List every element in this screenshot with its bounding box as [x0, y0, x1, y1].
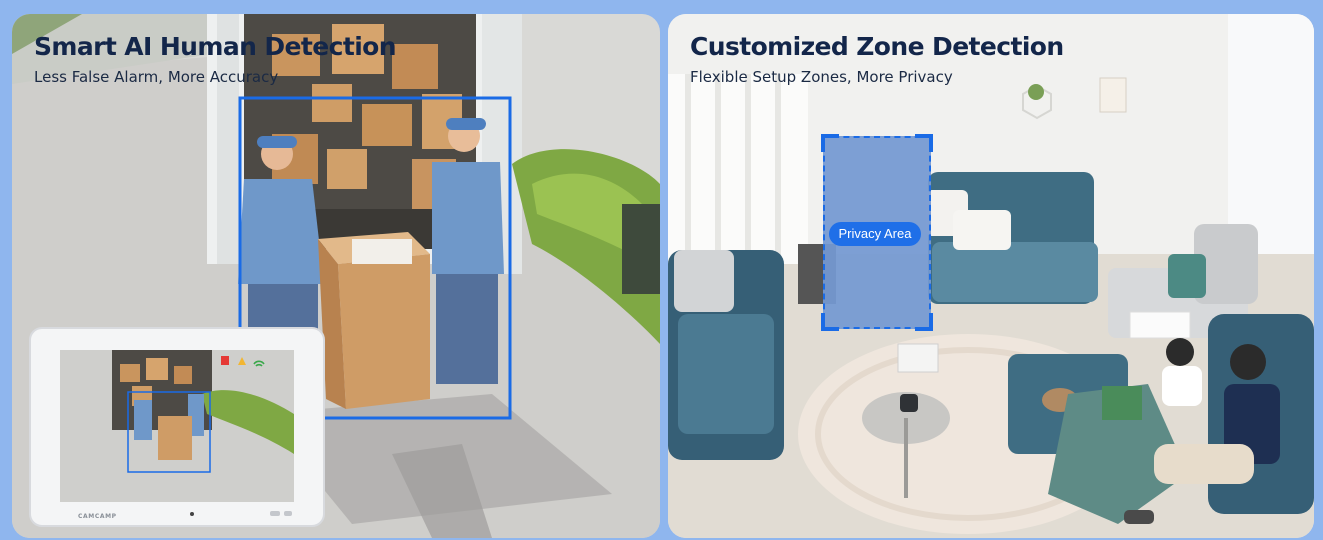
record-icon: [221, 356, 229, 365]
living-room-illustration: [668, 14, 1314, 538]
privacy-zone-handle-bottom-right[interactable]: [915, 313, 933, 331]
left-panel-title: Smart AI Human Detection: [34, 32, 397, 61]
privacy-zone[interactable]: Privacy Area: [821, 134, 933, 331]
privacy-zone-handle-bottom-left[interactable]: [821, 313, 839, 331]
left-panel-subtitle: Less False Alarm, More Accuracy: [34, 68, 279, 86]
right-panel-subtitle: Flexible Setup Zones, More Privacy: [690, 68, 953, 86]
nvr-monitor-device: CAMCAMP: [29, 327, 325, 527]
delivery-scene-illustration: CAMCAMP: [12, 14, 660, 538]
human-detection-panel: CAMCAMP Smart AI Human Detection Less Fa…: [12, 14, 660, 538]
privacy-area-label: Privacy Area: [829, 222, 921, 246]
privacy-zone-handle-top-left[interactable]: [821, 134, 839, 152]
zone-detection-panel: Customized Zone Detection Flexible Setup…: [668, 14, 1314, 538]
banner-frame: CAMCAMP Smart AI Human Detection Less Fa…: [0, 0, 1323, 540]
right-panel-title: Customized Zone Detection: [690, 32, 1064, 61]
monitor-brand-label: CAMCAMP: [78, 513, 117, 520]
privacy-zone-handle-top-right[interactable]: [915, 134, 933, 152]
